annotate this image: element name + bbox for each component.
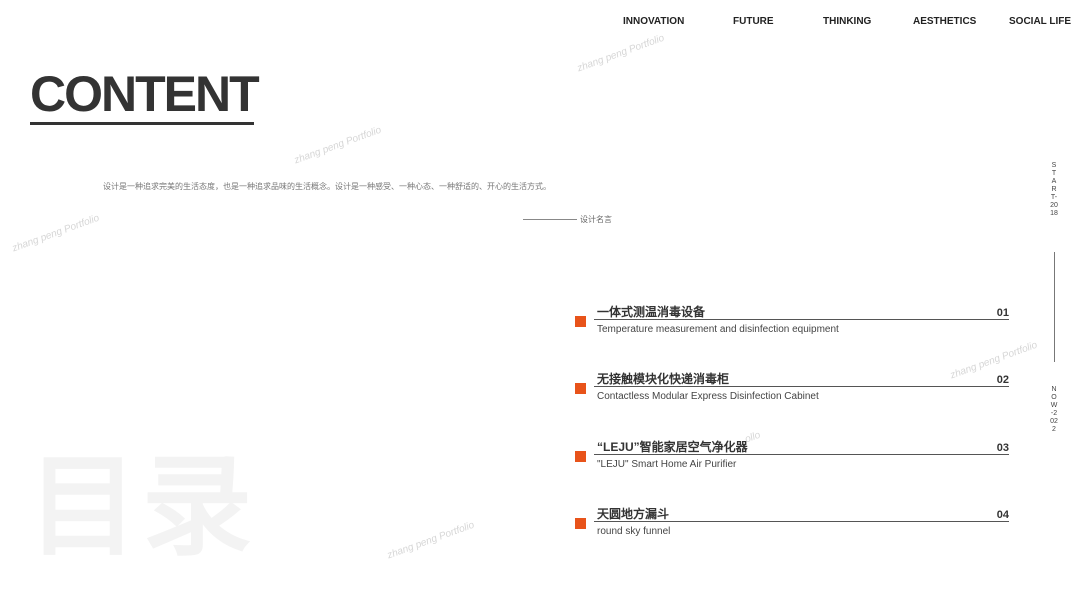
item-title-en: "LEJU" Smart Home Air Purifier [597, 459, 737, 470]
quote-divider [523, 219, 577, 220]
page-title: CONTENT [30, 66, 260, 122]
item-divider [594, 454, 1009, 455]
item-title-cn: 一体式测温消毒设备 [597, 305, 706, 319]
item-number: 01 [996, 307, 1009, 319]
item-title-cn: 无接触模块化快递消毒柜 [597, 372, 730, 386]
intro-text: 设计是一种追求完美的生活态度，也是一种追求品味的生活概念。设计是一种感受、一种心… [103, 182, 551, 191]
watermark: zhang peng Portfolio [575, 32, 666, 75]
content-item[interactable]: “LEJU”智能家居空气净化器 03 "LEJU" Smart Home Air… [575, 440, 1009, 484]
item-title-cn: 天圆地方漏斗 [597, 507, 670, 521]
item-number: 02 [996, 374, 1009, 386]
top-nav: INNOVATION FUTURE THINKING AESTHETICS SO… [600, 16, 1071, 30]
title-underline [30, 122, 254, 125]
content-item[interactable]: 一体式测温消毒设备 01 Temperature measurement and… [575, 305, 1009, 349]
item-title-en: Temperature measurement and disinfection… [597, 324, 839, 335]
side-divider [1054, 252, 1055, 362]
item-divider [594, 521, 1009, 522]
nav-item-future[interactable]: FUTURE [733, 16, 774, 27]
item-title-en: round sky funnel [597, 526, 671, 537]
bullet-square [575, 451, 586, 462]
watermark: zhang peng Portfolio [385, 519, 476, 562]
content-item[interactable]: 无接触模块化快递消毒柜 02 Contactless Modular Expre… [575, 372, 1009, 416]
watermark: zhang peng Portfolio [292, 124, 383, 167]
item-number: 04 [996, 509, 1009, 521]
item-divider [594, 386, 1009, 387]
item-number: 03 [996, 442, 1009, 454]
content-item[interactable]: 天圆地方漏斗 04 round sky funnel [575, 507, 1009, 551]
bullet-square [575, 316, 586, 327]
watermark: zhang peng Portfolio [10, 212, 101, 255]
nav-item-aesthetics[interactable]: AESTHETICS [913, 16, 976, 27]
side-label-start: START-2018 [1050, 162, 1058, 217]
bullet-square [575, 383, 586, 394]
nav-item-thinking[interactable]: THINKING [823, 16, 871, 27]
quote-label: 设计名言 [580, 215, 612, 224]
side-label-now: NOW-2022 [1050, 386, 1058, 433]
item-title-en: Contactless Modular Express Disinfection… [597, 391, 819, 402]
item-divider [594, 319, 1009, 320]
nav-item-innovation[interactable]: INNOVATION [623, 16, 684, 27]
item-title-cn: “LEJU”智能家居空气净化器 [597, 440, 748, 454]
bullet-square [575, 518, 586, 529]
nav-item-social-life[interactable]: SOCIAL LIFE [1009, 16, 1071, 27]
background-heading: 目录 [28, 446, 256, 569]
